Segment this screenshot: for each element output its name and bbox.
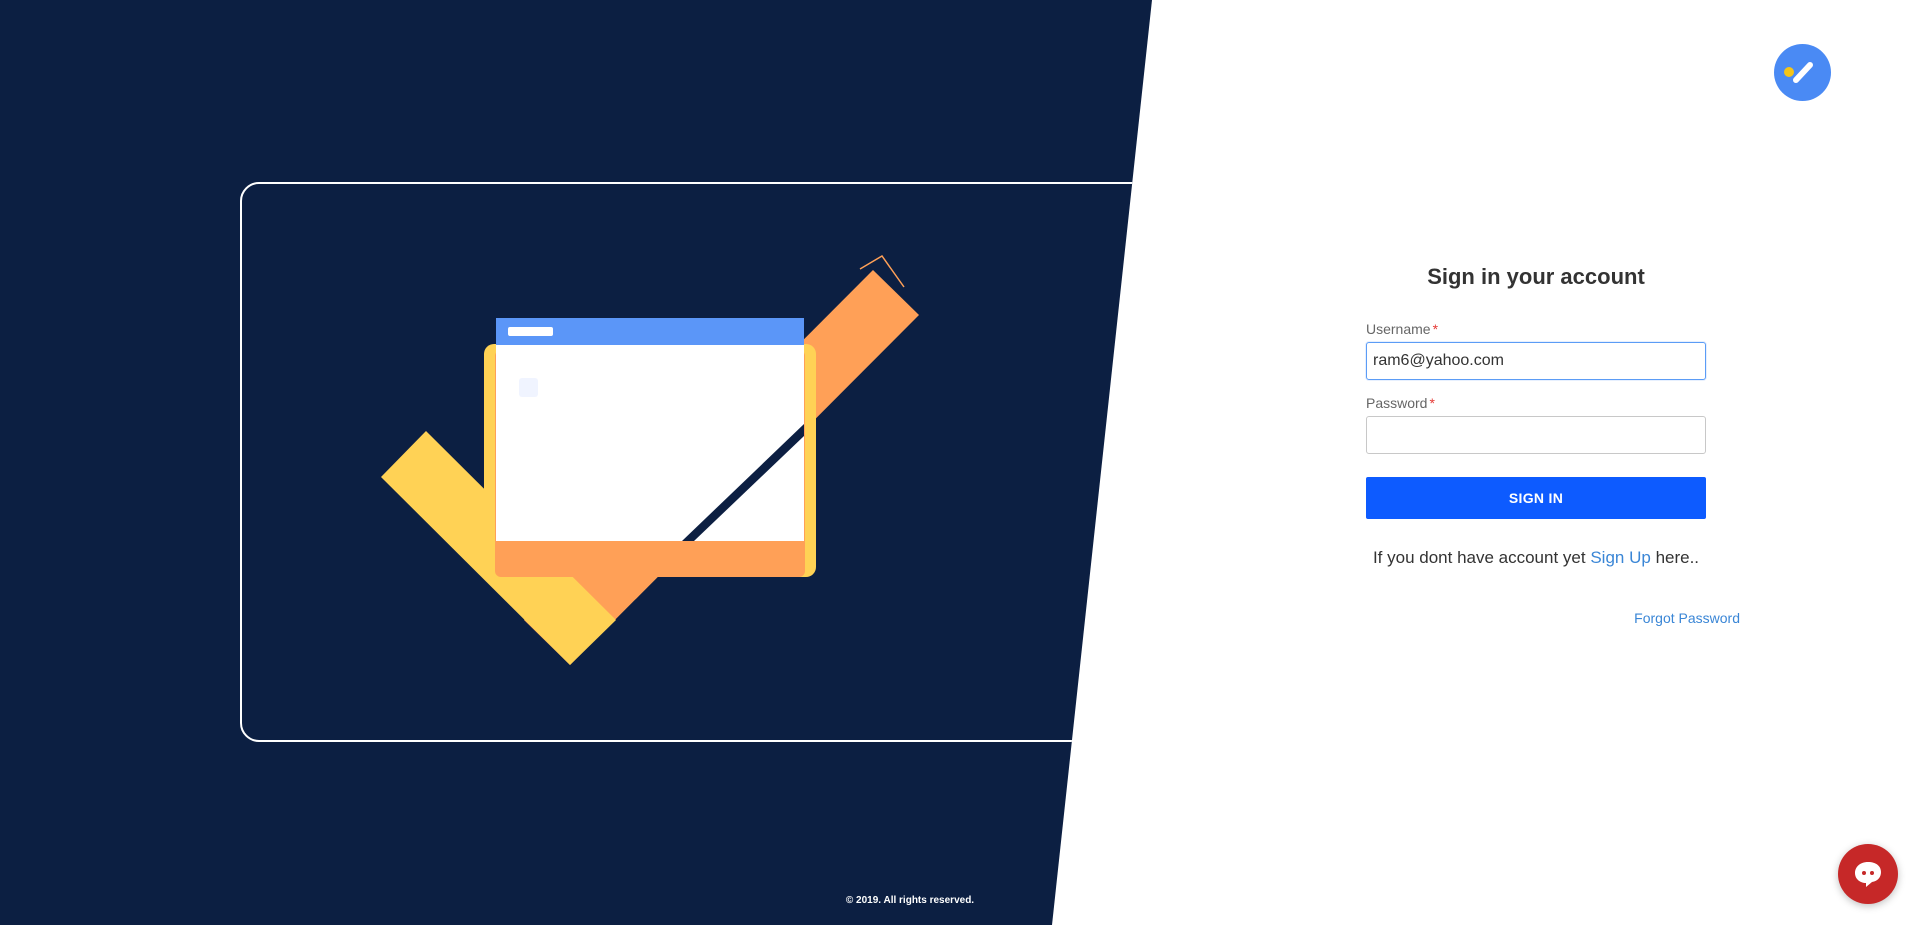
password-label: Password * [1366,394,1740,412]
username-required-mark: * [1432,321,1439,337]
signup-prompt: If you dont have account yet Sign Up her… [1366,547,1706,569]
window-title-bar [508,327,553,336]
password-label-text: Password [1366,395,1428,411]
form-title: Sign in your account [1427,264,1645,289]
chat-bubble-icon [1855,862,1881,887]
signup-suffix-text: here.. [1655,548,1700,567]
username-input[interactable] [1366,342,1706,380]
brand-logo-mark [1784,62,1813,83]
sign-in-form: Sign in your account Username* Password*… [1366,250,1740,627]
sign-up-link[interactable]: Sign Up [1590,548,1650,567]
window-body [496,345,804,541]
password-required-mark: * [1429,395,1435,411]
sign-in-button[interactable]: SIGN IN [1366,477,1706,519]
forgot-password-link[interactable]: Forgot Password [1366,609,1740,627]
brand-logo-icon[interactable] [1774,44,1831,101]
username-label: Username * [1366,320,1740,338]
username-label-text: Username [1366,321,1431,337]
password-input[interactable] [1366,416,1706,454]
signup-prefix-text: If you dont have account yet [1372,548,1586,567]
window-body-glyph [519,378,538,397]
login-page: © 2019. All rights reserved. Sign in you… [0,0,1920,925]
copyright-text: © 2019. All rights reserved. [845,895,975,906]
chat-widget-button[interactable] [1838,844,1898,904]
